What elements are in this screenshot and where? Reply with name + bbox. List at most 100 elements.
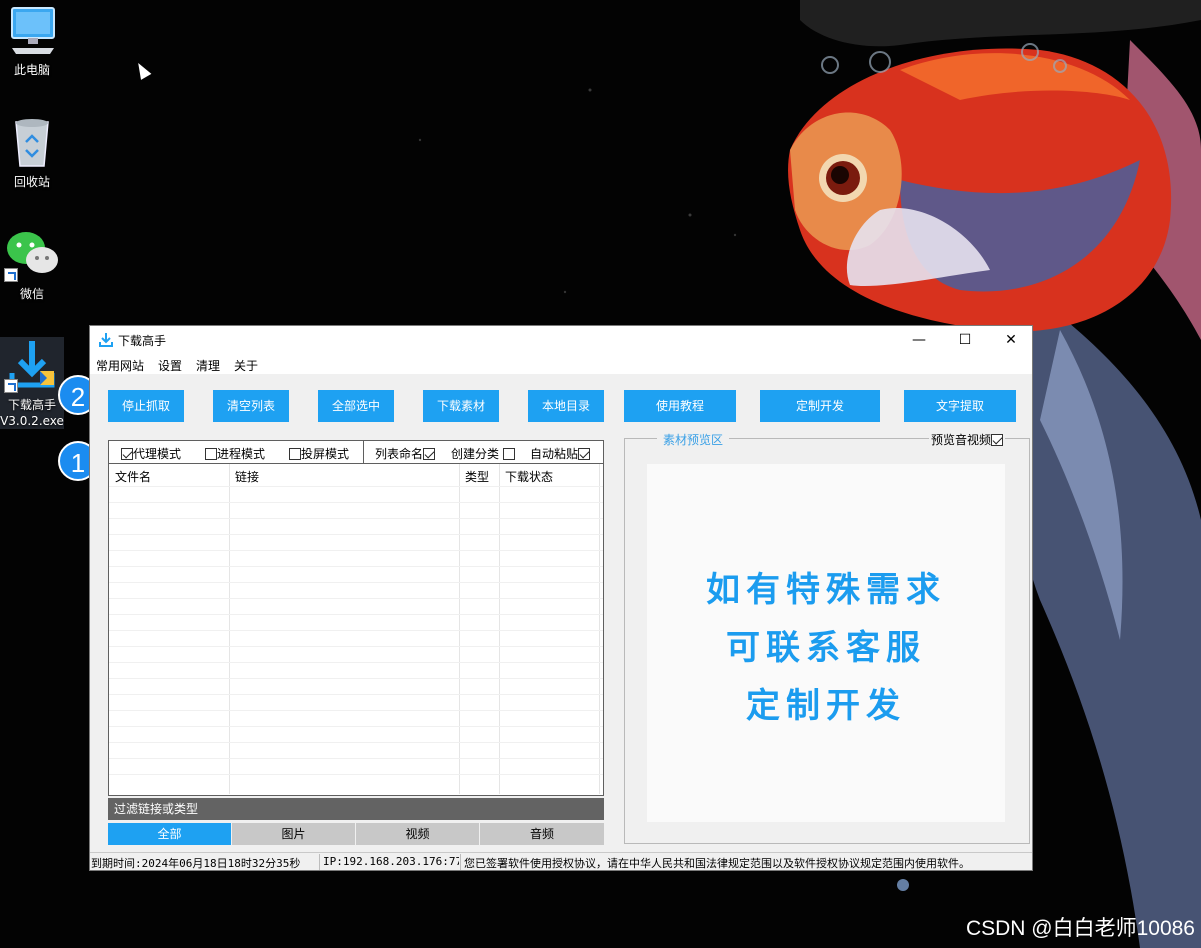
preview-av-option[interactable]: 预览音视频: [928, 431, 1005, 448]
status-ip: IP:192.168.203.176:7788: [323, 855, 459, 868]
column-divider: [599, 464, 600, 794]
row-divider: [109, 630, 603, 631]
tab-images[interactable]: 图片: [232, 823, 355, 845]
row-divider: [109, 582, 603, 583]
download-list[interactable]: 文件名 链接 类型 下载状态: [108, 464, 604, 796]
promo-line: 定制开发: [746, 686, 906, 726]
recycle-bin-icon: [4, 114, 60, 170]
divider: [363, 441, 364, 463]
select-all-button[interactable]: 全部选中: [318, 390, 394, 422]
column-header-filename[interactable]: 文件名: [115, 468, 151, 485]
row-divider: [109, 566, 603, 567]
checkbox-cast-mode[interactable]: [289, 448, 301, 460]
menu-bar: 常用网站 设置 清理 关于: [90, 354, 1032, 374]
row-divider: [109, 614, 603, 615]
filter-input[interactable]: 过滤链接或类型: [108, 798, 604, 820]
checkbox-proxy-mode[interactable]: [121, 448, 133, 460]
option-label: 自动粘贴: [530, 447, 579, 461]
wechat-icon: [4, 226, 60, 282]
tab-all[interactable]: 全部: [108, 823, 231, 845]
downloader-icon: [4, 337, 60, 393]
row-divider: [109, 534, 603, 535]
status-bar: 到期时间:2024年06月18日18时32分35秒 IP:192.168.203…: [90, 852, 1032, 870]
tab-audio[interactable]: 音频: [480, 823, 604, 845]
row-divider: [109, 502, 603, 503]
row-divider: [109, 726, 603, 727]
column-divider: [229, 464, 230, 794]
option-auto-paste[interactable]: 自动粘贴: [530, 445, 591, 462]
maximize-button[interactable]: ☐: [942, 326, 988, 354]
preview-panel: 素材预览区 预览音视频 如有特殊需求 可联系客服 定制开发: [624, 431, 1030, 844]
shortcut-arrow-icon: [4, 268, 18, 282]
desktop-icon-this-pc[interactable]: 此电脑: [0, 2, 64, 78]
row-divider: [109, 758, 603, 759]
desktop-icon-label: 下载高手: [7, 398, 56, 412]
title-bar[interactable]: 下载高手 — ☐ ✕: [90, 326, 1032, 354]
preview-title: 素材预览区: [657, 431, 730, 448]
column-header-type[interactable]: 类型: [465, 468, 489, 485]
stop-capture-button[interactable]: 停止抓取: [108, 390, 184, 422]
minimize-button[interactable]: —: [896, 326, 942, 354]
menu-clean[interactable]: 清理: [196, 357, 220, 374]
option-cast-mode[interactable]: 投屏模式: [289, 445, 349, 462]
desktop-icon-wechat[interactable]: 微信: [0, 226, 64, 302]
divider: [319, 854, 320, 870]
checkbox-preview-av[interactable]: [991, 434, 1003, 446]
local-directory-button[interactable]: 本地目录: [528, 390, 604, 422]
column-header-link[interactable]: 链接: [235, 468, 259, 485]
row-divider: [109, 742, 603, 743]
status-expiry: 到期时间:2024年06月18日18时32分35秒: [91, 857, 301, 870]
row-divider: [109, 774, 603, 775]
text-extract-button[interactable]: 文字提取: [904, 390, 1016, 422]
custom-dev-button[interactable]: 定制开发: [760, 390, 880, 422]
close-button[interactable]: ✕: [988, 326, 1034, 354]
preview-area: 如有特殊需求 可联系客服 定制开发: [647, 464, 1005, 822]
row-divider: [109, 550, 603, 551]
computer-icon: [4, 2, 60, 58]
option-label: 预览音视频: [930, 433, 991, 447]
app-download-icon: [99, 333, 113, 347]
checkbox-list-naming[interactable]: [423, 448, 436, 460]
desktop-icon-label: 此电脑: [13, 63, 50, 77]
option-label: 创建分类: [451, 447, 500, 461]
menu-about[interactable]: 关于: [234, 357, 258, 374]
menu-settings[interactable]: 设置: [158, 357, 182, 374]
option-proxy-mode[interactable]: 代理模式: [121, 445, 181, 462]
app-window: 下载高手 — ☐ ✕ 常用网站 设置 清理 关于 停止抓取 清空列表 全部选中 …: [89, 325, 1033, 871]
column-divider: [499, 464, 500, 794]
option-label: 进程模式: [217, 447, 266, 461]
desktop-icon-label-version: V3.0.2.exe: [0, 414, 64, 428]
row-divider: [109, 486, 603, 487]
tab-videos[interactable]: 视频: [356, 823, 479, 845]
option-label: 列表命名: [375, 447, 424, 461]
promo-line: 如有特殊需求: [706, 570, 946, 610]
clear-list-button[interactable]: 清空列表: [213, 390, 289, 422]
download-assets-button[interactable]: 下载素材: [423, 390, 499, 422]
window-title: 下载高手: [118, 334, 167, 348]
option-process-mode[interactable]: 进程模式: [205, 445, 265, 462]
option-create-category[interactable]: 创建分类: [451, 445, 515, 462]
status-notice: 您已签署软件使用授权协议，请在中华人民共和国法律规定范围以及软件授权协议规定范围…: [464, 857, 970, 870]
row-divider: [109, 646, 603, 647]
row-divider: [109, 678, 603, 679]
divider: [460, 854, 461, 870]
desktop-icon-label: 微信: [19, 287, 44, 301]
desktop-icon-label: 回收站: [13, 175, 50, 189]
checkbox-auto-paste[interactable]: [578, 448, 591, 460]
checkbox-process-mode[interactable]: [205, 448, 217, 460]
option-list-naming[interactable]: 列表命名: [375, 445, 436, 462]
options-bar: 代理模式 进程模式 投屏模式 列表命名 创建分类 自动粘贴: [108, 440, 604, 464]
menu-common-sites[interactable]: 常用网站: [96, 357, 144, 374]
option-label: 投屏模式: [301, 447, 350, 461]
tutorial-button[interactable]: 使用教程: [624, 390, 736, 422]
checkbox-create-category[interactable]: [502, 448, 515, 460]
row-divider: [109, 694, 603, 695]
option-label: 代理模式: [133, 447, 182, 461]
desktop-icon-recycle-bin[interactable]: 回收站: [0, 114, 64, 190]
desktop-icon-downloader[interactable]: 下载高手 V3.0.2.exe: [0, 337, 64, 429]
row-divider: [109, 710, 603, 711]
column-header-status[interactable]: 下载状态: [505, 468, 553, 485]
column-divider: [459, 464, 460, 794]
row-divider: [109, 662, 603, 663]
promo-line: 可联系客服: [726, 628, 926, 668]
